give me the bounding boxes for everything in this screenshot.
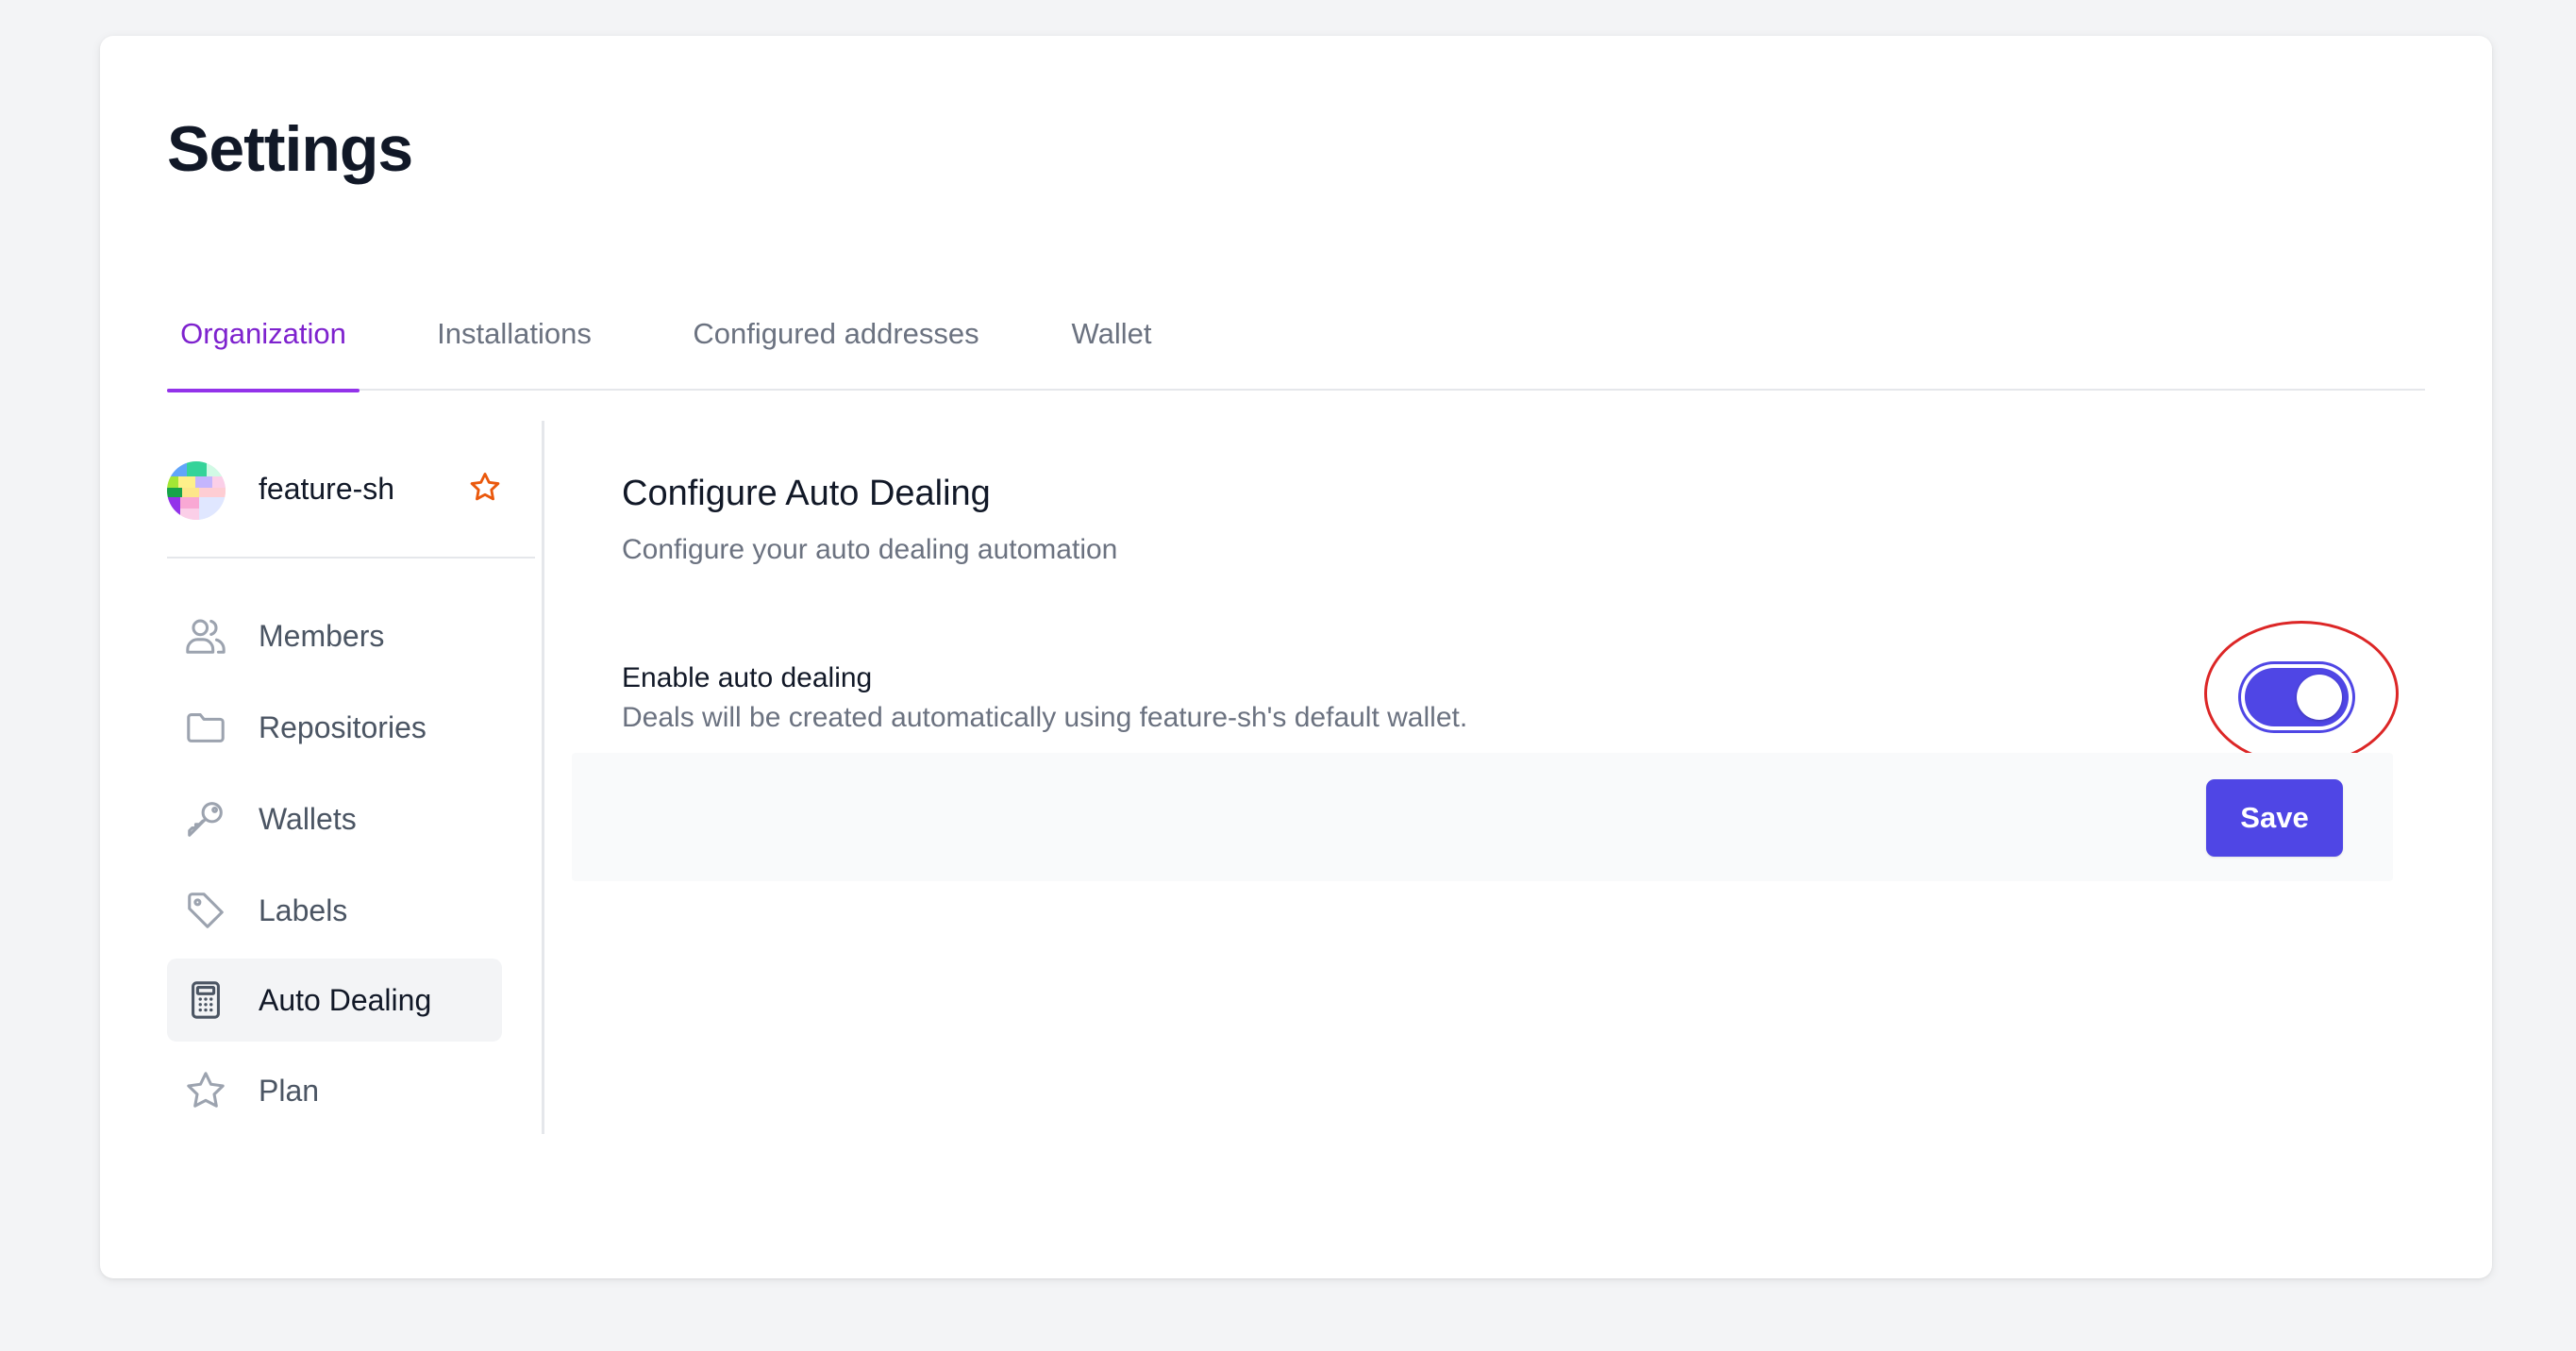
settings-sidebar: feature-sh Members Repositories Wallets … [167,421,544,1134]
sidebar-item-plan[interactable]: Plan [167,1049,502,1132]
settings-card: Settings Organization Installations Conf… [100,36,2492,1278]
users-icon [184,614,227,658]
org-name: feature-sh [259,472,395,506]
sidebar-item-auto-dealing[interactable]: Auto Dealing [167,959,502,1042]
tab-wallet[interactable]: Wallet [1069,277,1154,391]
save-button[interactable]: Save [2206,779,2343,857]
sidebar-item-labels[interactable]: Labels [167,869,502,952]
auto-dealing-description: Deals will be created automatically usin… [622,702,1468,733]
settings-tabs: Organization Installations Configured ad… [167,277,2425,392]
toggle-knob [2297,675,2342,720]
org-header: feature-sh [167,421,535,559]
sidebar-item-label: Wallets [259,801,357,836]
calculator-icon [184,978,227,1022]
sidebar-item-members[interactable]: Members [167,594,502,677]
tag-icon [184,889,227,932]
sidebar-item-label: Members [259,618,385,653]
sidebar-item-wallets[interactable]: Wallets [167,777,502,860]
key-icon [184,797,227,841]
tab-organization[interactable]: Organization [167,277,360,392]
org-avatar-icon [167,461,226,520]
sidebar-item-label: Auto Dealing [259,982,432,1017]
sidebar-item-label: Repositories [259,709,427,744]
star-icon [184,1069,227,1112]
folder-icon [184,706,227,749]
auto-dealing-toggle[interactable] [2245,668,2349,726]
sidebar-item-label: Labels [259,892,348,927]
page-title: Settings [167,113,413,185]
form-footer: Save [572,753,2393,881]
tab-installations[interactable]: Installations [431,277,597,391]
section-subtitle: Configure your auto dealing automation [622,534,1118,565]
tab-configured-addresses[interactable]: Configured addresses [684,277,988,391]
section-title: Configure Auto Dealing [622,474,991,513]
star-outline-icon[interactable] [467,470,503,506]
auto-dealing-label: Enable auto dealing [622,662,873,693]
sidebar-item-label: Plan [259,1073,320,1108]
sidebar-item-repositories[interactable]: Repositories [167,686,502,769]
